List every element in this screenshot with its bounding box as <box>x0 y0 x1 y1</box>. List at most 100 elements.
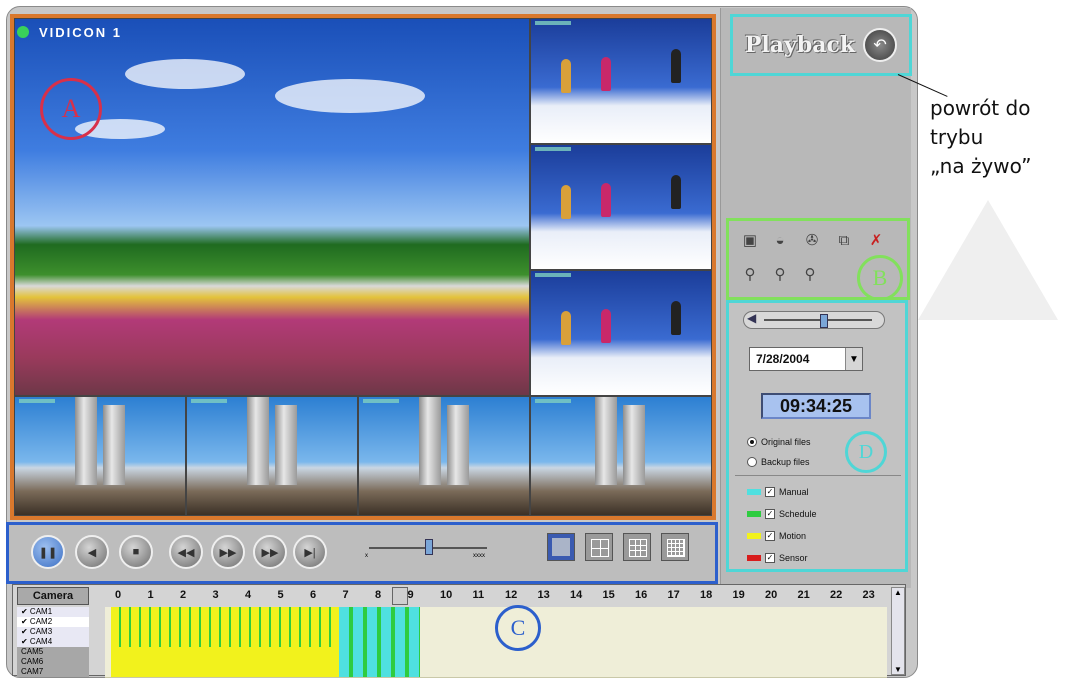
disk-icon[interactable]: ◒ <box>769 229 791 251</box>
manual-segment <box>338 607 420 617</box>
main-camera-view[interactable]: VIDICON 1 <box>14 18 530 396</box>
motion-segment <box>111 647 339 657</box>
hour-tick-label: 15 <box>602 589 615 601</box>
annotation-c: C <box>495 605 541 651</box>
volume-slider[interactable]: ◀ <box>743 311 885 329</box>
legend-schedule[interactable]: ✓ Schedule <box>747 509 817 519</box>
zoom-out-icon[interactable]: ⚲ <box>799 263 821 285</box>
legend-sensor[interactable]: ✓ Sensor <box>747 553 808 563</box>
legend-motion[interactable]: ✓ Motion <box>747 531 806 541</box>
hour-tick-label: 14 <box>570 589 583 601</box>
side-note: powrót do trybu „na żywo” <box>930 96 1032 178</box>
camera-row-label[interactable]: CAM7 <box>17 667 89 677</box>
rewind-icon[interactable]: ◀ <box>75 535 109 569</box>
hour-tick-label: 1 <box>147 589 154 601</box>
single-view-icon[interactable] <box>547 533 575 561</box>
video-grid[interactable]: VIDICON 1 A <box>10 14 716 520</box>
motion-segment <box>111 627 339 637</box>
hour-tick-label: 21 <box>797 589 810 601</box>
hour-tick-label: 23 <box>862 589 875 601</box>
prev-frame-icon[interactable]: ◀◀ <box>169 535 203 569</box>
manual-segment <box>338 627 420 637</box>
camera-view[interactable] <box>530 18 712 144</box>
camera-row-label[interactable]: ✔ CAM2 <box>17 617 89 627</box>
fast-forward-icon[interactable]: ▶▶ <box>253 535 287 569</box>
hour-tick-label: 16 <box>635 589 648 601</box>
film-reel-icon[interactable]: ✇ <box>801 229 823 251</box>
playback-button[interactable]: Playback ↶ <box>730 14 912 76</box>
manual-segment <box>338 657 420 667</box>
hour-tick-label: 13 <box>537 589 550 601</box>
delete-icon[interactable]: ✗ <box>865 229 887 251</box>
timeline-scrollbar[interactable]: ▲ ▼ <box>891 587 905 675</box>
hour-tick-label: 2 <box>180 589 187 601</box>
hour-tick-label: 10 <box>440 589 453 601</box>
status-dot-icon <box>17 26 29 38</box>
camera-view[interactable] <box>530 396 712 516</box>
hour-tick-label: 9 <box>407 589 414 601</box>
radio-button[interactable] <box>747 437 757 447</box>
speed-slider[interactable]: x xxxx <box>363 537 493 563</box>
backup-files-option[interactable]: Backup files <box>747 457 810 467</box>
camera-row-label[interactable]: ✔ CAM4 <box>17 637 89 647</box>
original-files-option[interactable]: Original files <box>747 437 811 447</box>
stop-icon[interactable]: ■ <box>119 535 153 569</box>
zoom-in-icon[interactable]: ⚲ <box>769 263 791 285</box>
time-display: 09:34:25 <box>761 393 871 419</box>
hour-tick-label: 8 <box>375 589 382 601</box>
camera-row-label[interactable]: CAM6 <box>17 657 89 667</box>
manual-segment <box>338 647 420 657</box>
camera-view[interactable] <box>530 270 712 396</box>
quad-view-icon[interactable] <box>585 533 613 561</box>
hour-tick-label: 11 <box>472 589 485 601</box>
hour-tick-label: 19 <box>732 589 745 601</box>
manual-segment <box>338 667 420 677</box>
motion-segment <box>111 607 339 617</box>
motion-segment <box>111 667 339 677</box>
hour-tick-label: 6 <box>310 589 317 601</box>
chevron-down-icon[interactable]: ▼ <box>845 348 862 370</box>
volume-thumb[interactable] <box>820 314 828 328</box>
end-icon[interactable]: ▶| <box>293 535 327 569</box>
next-frame-icon[interactable]: ▶▶ <box>211 535 245 569</box>
sixteen-view-icon[interactable] <box>661 533 689 561</box>
camera-icon[interactable]: ▣ <box>739 229 761 251</box>
zoom-icon[interactable]: ⚲ <box>739 263 761 285</box>
hour-tick-label: 5 <box>277 589 284 601</box>
tools-panel: ▣ ◒ ✇ ⧉ ✗ ⚲ ⚲ ⚲ B <box>726 218 910 301</box>
transport-bar: ❚❚ ◀ ■ ◀◀ ▶▶ ▶▶ ▶| x xxxx <box>6 522 718 584</box>
camera-view[interactable] <box>14 396 186 516</box>
date-picker[interactable]: 7/28/2004 ▼ <box>749 347 863 371</box>
hour-tick-label: 18 <box>700 589 713 601</box>
speaker-icon: ◀ <box>747 311 757 325</box>
camera-row-label[interactable]: ✔ CAM1 <box>17 607 89 617</box>
camera-label: VIDICON 1 <box>17 25 122 40</box>
annotation-b: B <box>857 255 903 301</box>
playback-title: Playback <box>744 32 856 58</box>
timeline[interactable]: Camera 0 1 2 3 4 5 6 7 8 9 10 11 12 13 14 15 16 17 18 19 20 2… <box>12 584 906 678</box>
motion-segment <box>111 617 339 627</box>
annotation-d: D <box>845 431 887 473</box>
hour-tick-label: 22 <box>830 589 843 601</box>
hour-tick-label: 4 <box>245 589 252 601</box>
controls-panel: ◀ 7/28/2004 ▼ 09:34:25 Original files Ba… <box>726 300 908 572</box>
pause-icon[interactable]: ❚❚ <box>31 535 65 569</box>
copy-icon[interactable]: ⧉ <box>833 229 855 251</box>
hour-tick-label: 17 <box>667 589 680 601</box>
camera-view[interactable] <box>186 396 358 516</box>
nine-view-icon[interactable] <box>623 533 651 561</box>
date-value: 7/28/2004 <box>756 352 810 366</box>
time-cursor[interactable] <box>391 587 408 605</box>
motion-segment <box>111 657 339 667</box>
annotation-a: A <box>40 78 102 140</box>
camera-column-header: Camera <box>17 587 89 605</box>
camera-view[interactable] <box>530 144 712 270</box>
camera-row-label[interactable]: CAM5 <box>17 647 89 657</box>
radio-button[interactable] <box>747 457 757 467</box>
manual-segment <box>338 617 420 627</box>
legend-manual[interactable]: ✓ Manual <box>747 487 809 497</box>
camera-view[interactable] <box>358 396 530 516</box>
camera-row-label[interactable]: ✔ CAM3 <box>17 627 89 637</box>
return-arrow-icon[interactable]: ↶ <box>863 28 898 62</box>
camera-track[interactable] <box>105 667 887 678</box>
